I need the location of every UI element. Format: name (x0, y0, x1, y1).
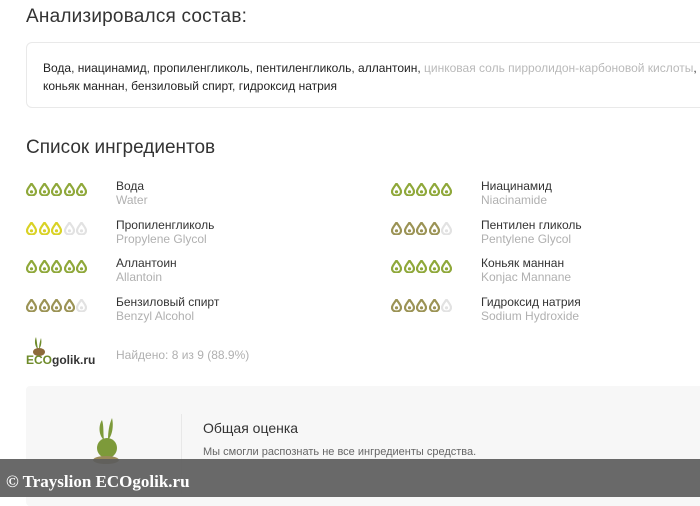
drop-filled-icon (416, 222, 427, 235)
drop-filled-icon (441, 183, 452, 196)
drop-filled-icon (441, 260, 452, 273)
drop-filled-icon (63, 299, 75, 312)
drop-filled-icon (403, 299, 415, 312)
drop-empty-icon (76, 222, 87, 235)
drop-filled-icon (391, 183, 402, 196)
drop-filled-icon (428, 222, 440, 235)
safety-rating (391, 222, 454, 235)
drop-filled-icon (403, 222, 415, 235)
composition-box: Вода, ниацинамид, пропиленгликоль, пенти… (26, 42, 700, 108)
composition-ingredient[interactable]: пентиленгликоль (256, 61, 351, 75)
drop-filled-icon (51, 222, 62, 235)
drop-filled-icon (428, 299, 440, 312)
composition-separator: , (351, 61, 359, 75)
ingredient-name-ru[interactable]: Бензиловый спирт (116, 295, 346, 309)
logo-domain-text: golik.ru (52, 353, 95, 367)
ingredient-row[interactable]: Коньяк маннан Konjac Mannane (391, 256, 691, 290)
safety-rating (26, 183, 89, 196)
drop-filled-icon (428, 260, 440, 273)
safety-rating (26, 260, 89, 273)
drop-empty-icon (63, 222, 75, 235)
ingredient-name-inci: Allantoin (116, 270, 163, 284)
drop-empty-icon (76, 299, 87, 312)
ingredient-name-ru[interactable]: Коньяк маннан (481, 256, 700, 270)
drop-filled-icon (51, 183, 62, 196)
ingredient-name-inci: Water (116, 193, 148, 207)
composition-ingredient[interactable]: гидроксид натрия (239, 79, 337, 93)
ecogolik-logo[interactable]: ECO golik.ru (26, 335, 106, 367)
ingredient-name-ru[interactable]: Ниацинамид (481, 179, 700, 193)
drop-filled-icon (26, 299, 37, 312)
overall-rating-title: Общая оценка (203, 420, 299, 436)
composition-ingredient[interactable]: пропиленгликоль (153, 61, 249, 75)
ingredient-name-ru[interactable]: Пентилен гликоль (481, 218, 700, 232)
drop-filled-icon (38, 222, 50, 235)
safety-rating (391, 260, 454, 273)
drop-filled-icon (63, 183, 75, 196)
drop-filled-icon (76, 183, 87, 196)
safety-rating (26, 222, 89, 235)
drop-filled-icon (38, 299, 50, 312)
copyright-watermark: © Trayslion ECOgolik.ru (6, 472, 190, 491)
drop-filled-icon (416, 260, 427, 273)
composition-ingredient[interactable]: ниацинамид (78, 61, 147, 75)
ingredient-row[interactable]: Пентилен гликоль Pentylene Glycol (391, 218, 691, 252)
drop-filled-icon (63, 260, 75, 273)
ingredient-name-ru[interactable]: Пропиленгликоль (116, 218, 346, 232)
drop-filled-icon (76, 260, 87, 273)
composition-ingredient[interactable]: аллантоин (358, 61, 417, 75)
composition-title: Анализировался состав: (26, 6, 248, 27)
composition-separator: , (232, 79, 239, 93)
ingredient-name-inci: Propylene Glycol (116, 232, 207, 246)
ingredient-name-inci: Konjac Mannane (481, 270, 572, 284)
safety-rating (26, 299, 89, 312)
drop-filled-icon (403, 260, 415, 273)
composition-separator: , (693, 61, 697, 75)
ingredient-name-ru[interactable]: Гидроксид натрия (481, 295, 700, 309)
drop-filled-icon (51, 260, 62, 273)
drop-filled-icon (391, 222, 402, 235)
ingredients-list-title: Список ингредиентов (26, 137, 216, 158)
ingredient-row[interactable]: Аллантоин Allantoin (26, 256, 326, 290)
drop-filled-icon (391, 299, 402, 312)
found-count: Найдено: 8 из 9 (88.9%) (116, 348, 250, 362)
drop-filled-icon (416, 183, 427, 196)
ingredient-row[interactable]: Бензиловый спирт Benzyl Alcohol (26, 295, 326, 329)
ingredient-name-inci: Pentylene Glycol (481, 232, 572, 246)
ingredient-row[interactable]: Гидроксид натрия Sodium Hydroxide (391, 295, 691, 329)
composition-ingredient[interactable]: Вода (43, 61, 71, 75)
drop-filled-icon (26, 222, 37, 235)
safety-rating (391, 299, 454, 312)
ingredient-name-inci: Benzyl Alcohol (116, 309, 195, 323)
drop-filled-icon (26, 183, 37, 196)
ingredient-row[interactable]: Пропиленгликоль Propylene Glycol (26, 218, 326, 252)
drop-filled-icon (26, 260, 37, 273)
drop-filled-icon (428, 183, 440, 196)
logo-eco-text: ECO (26, 353, 52, 367)
composition-separator: , (71, 61, 78, 75)
drop-empty-icon (441, 299, 452, 312)
ingredient-name-inci: Sodium Hydroxide (481, 309, 580, 323)
ingredient-row[interactable]: Вода Water (26, 179, 326, 213)
composition-ingredient-unrecognized[interactable]: цинковая соль пирролидон-карбоновой кисл… (424, 61, 693, 75)
composition-text: Вода, ниацинамид, пропиленгликоль, пенти… (43, 61, 697, 93)
composition-ingredient[interactable]: бензиловый спирт (131, 79, 232, 93)
composition-ingredient[interactable]: коньяк маннан (43, 79, 125, 93)
drop-empty-icon (441, 222, 452, 235)
drop-filled-icon (403, 183, 415, 196)
drop-filled-icon (38, 260, 50, 273)
ingredient-name-inci: Niacinamide (481, 193, 548, 207)
drop-filled-icon (416, 299, 427, 312)
ingredient-name-ru[interactable]: Аллантоин (116, 256, 346, 270)
drop-filled-icon (391, 260, 402, 273)
ingredient-row[interactable]: Ниацинамид Niacinamide (391, 179, 691, 213)
ingredient-name-ru[interactable]: Вода (116, 179, 346, 193)
safety-rating (391, 183, 454, 196)
drop-filled-icon (38, 183, 50, 196)
drop-filled-icon (51, 299, 62, 312)
overall-rating-note: Мы смогли распознать не все ингредиенты … (203, 446, 477, 458)
